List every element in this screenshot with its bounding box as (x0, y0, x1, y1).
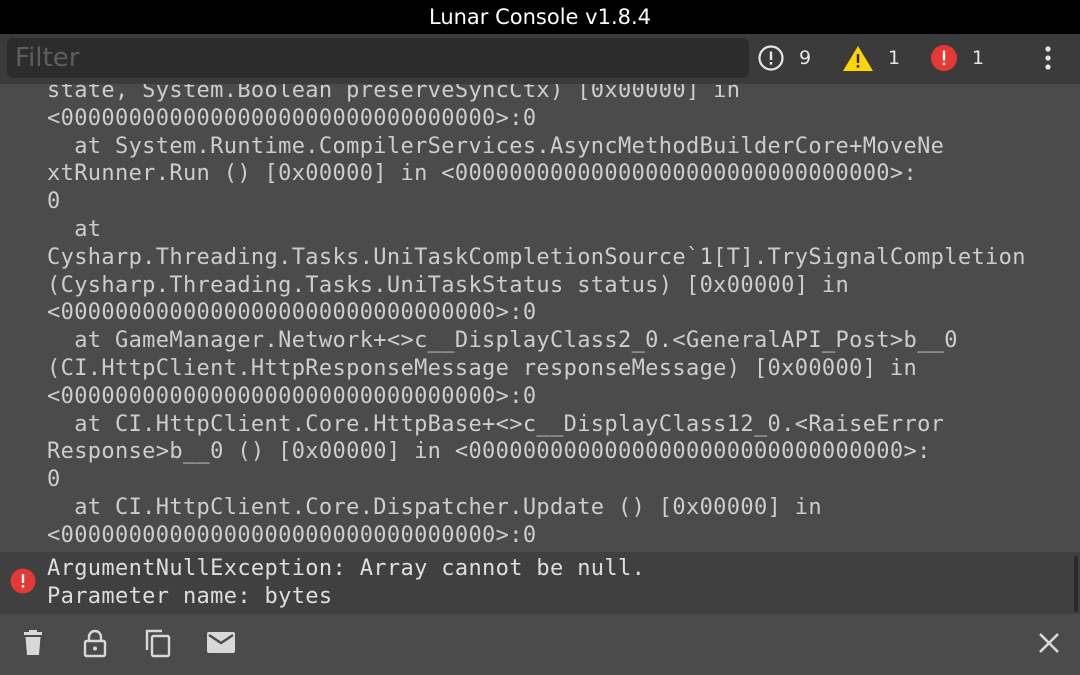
scrollbar[interactable] (1074, 556, 1078, 612)
log-line: at GameManager.Network+<>c__DisplayClass… (47, 328, 958, 354)
error-parameter: Parameter name: bytes (47, 584, 333, 609)
error-count: 1 (972, 47, 985, 69)
error-icon (10, 568, 36, 594)
warning-icon (842, 44, 874, 72)
log-line: (CI.HttpClient.HttpResponseMessage respo… (47, 355, 918, 381)
warning-filter-toggle[interactable]: 1 (842, 42, 900, 74)
log-line: (Cysharp.Threading.Tasks.UniTaskStatus s… (47, 272, 850, 298)
mail-icon[interactable] (206, 628, 236, 658)
lunar-console: Lunar Console v1.8.4 9 1 (0, 0, 1080, 675)
warning-count: 1 (888, 47, 901, 69)
filter-input[interactable] (7, 38, 749, 78)
log-output[interactable]: state, System.Boolean preserveSyncCtx) [… (0, 84, 1080, 552)
log-line: state, System.Boolean preserveSyncCtx) [… (47, 84, 741, 103)
stack-trace: state, System.Boolean preserveSyncCtx) [… (47, 84, 1077, 550)
log-line: at CI.HttpClient.Core.Dispatcher.Update … (47, 494, 822, 520)
info-icon (757, 44, 785, 72)
error-filter-toggle[interactable]: 1 (930, 42, 984, 74)
lock-icon[interactable] (80, 628, 110, 658)
error-icon (930, 44, 958, 72)
log-line: Cysharp.Threading.Tasks.UniTaskCompletio… (47, 244, 1026, 270)
bottom-toolbar (0, 614, 1080, 675)
log-line: <00000000000000000000000000000000>:0 (47, 105, 537, 131)
log-line: at (47, 216, 102, 242)
log-line: at System.Runtime.CompilerServices.Async… (47, 133, 945, 159)
trash-icon[interactable] (18, 628, 48, 658)
log-line: <00000000000000000000000000000000>:0 (47, 300, 537, 326)
log-filter-toggle[interactable]: 9 (757, 42, 811, 74)
log-line: <00000000000000000000000000000000>:0 (47, 522, 537, 548)
log-line: <00000000000000000000000000000000>:0 (47, 383, 537, 409)
error-message: ArgumentNullException: Array cannot be n… (47, 556, 646, 581)
log-line: at CI.HttpClient.Core.HttpBase+<>c__Disp… (47, 411, 945, 437)
close-icon[interactable] (1034, 628, 1064, 658)
toolbar: 9 1 1 (0, 34, 1080, 84)
more-vert-icon[interactable] (1034, 42, 1062, 74)
copy-icon[interactable] (143, 628, 173, 658)
log-line: Response>b__0 () [0x00000] in <000000000… (47, 439, 931, 465)
log-line: 0 (47, 189, 61, 215)
log-line: 0 (47, 467, 61, 493)
selected-log-entry[interactable]: ArgumentNullException: Array cannot be n… (0, 552, 1080, 614)
log-count: 9 (799, 47, 812, 69)
log-line: xtRunner.Run () [0x00000] in <0000000000… (47, 161, 918, 187)
window-title: Lunar Console v1.8.4 (0, 0, 1080, 34)
